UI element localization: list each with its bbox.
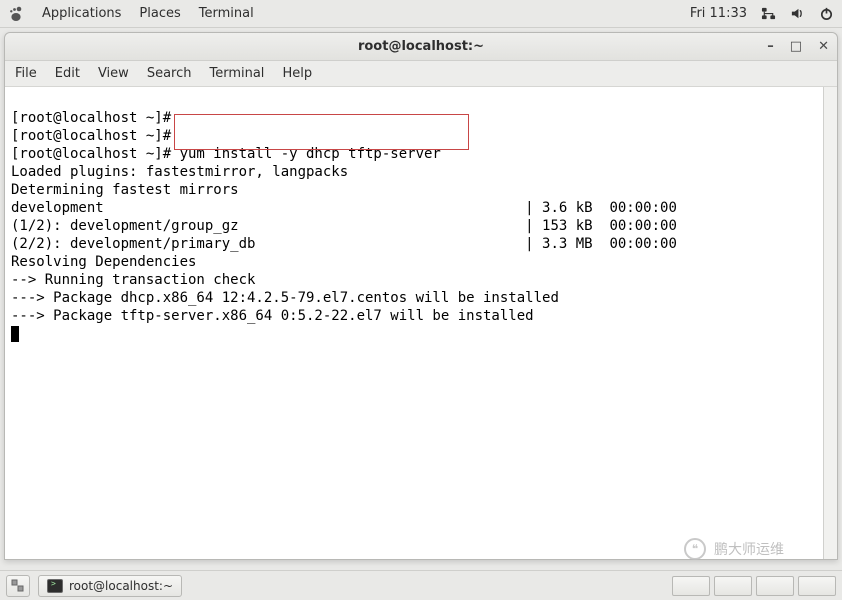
terminal-line: development | 3.6 kB 00:00:00	[11, 200, 677, 216]
applications-menu[interactable]: Applications	[42, 6, 121, 21]
terminal-menu[interactable]: Terminal	[199, 6, 254, 21]
terminal-line: ---> Package tftp-server.x86_64 0:5.2-22…	[11, 308, 534, 324]
volume-icon[interactable]	[790, 6, 805, 21]
workspace-2[interactable]	[714, 576, 752, 596]
terminal-line: [root@localhost ~]#	[11, 110, 171, 126]
terminal-cursor	[11, 326, 19, 342]
network-icon[interactable]	[761, 6, 776, 21]
menubar: File Edit View Search Terminal Help	[5, 61, 837, 87]
terminal-line: Loaded plugins: fastestmirror, langpacks	[11, 164, 348, 180]
menu-view[interactable]: View	[98, 66, 129, 81]
maximize-button[interactable]: □	[790, 39, 802, 54]
workspace-switcher[interactable]	[672, 576, 836, 596]
terminal-line: (2/2): development/primary_db | 3.3 MB 0…	[11, 236, 677, 252]
show-desktop-button[interactable]	[6, 575, 30, 597]
menu-search[interactable]: Search	[147, 66, 192, 81]
terminal-line: ---> Package dhcp.x86_64 12:4.2.5-79.el7…	[11, 290, 559, 306]
terminal-line: [root@localhost ~]# yum install -y dhcp …	[11, 146, 441, 162]
taskbar-entry-terminal[interactable]: root@localhost:~	[38, 575, 182, 597]
power-icon[interactable]	[819, 6, 834, 21]
taskbar: root@localhost:~	[0, 570, 842, 600]
terminal-output[interactable]: [root@localhost ~]# [root@localhost ~]# …	[5, 87, 837, 559]
clock[interactable]: Fri 11:33	[690, 6, 747, 21]
terminal-line: Resolving Dependencies	[11, 254, 196, 270]
terminal-icon	[47, 579, 63, 593]
menu-help[interactable]: Help	[282, 66, 312, 81]
gnome-foot-icon	[8, 6, 24, 22]
terminal-line: (1/2): development/group_gz | 153 kB 00:…	[11, 218, 677, 234]
taskbar-entry-label: root@localhost:~	[69, 579, 173, 593]
workspace-1[interactable]	[672, 576, 710, 596]
scrollbar[interactable]	[823, 87, 837, 559]
window-title: root@localhost:~	[358, 39, 484, 54]
terminal-line: Determining fastest mirrors	[11, 182, 239, 198]
places-menu[interactable]: Places	[139, 6, 180, 21]
top-panel: Applications Places Terminal Fri 11:33	[0, 0, 842, 28]
menu-edit[interactable]: Edit	[55, 66, 80, 81]
terminal-line: [root@localhost ~]#	[11, 128, 171, 144]
menu-file[interactable]: File	[15, 66, 37, 81]
menu-terminal[interactable]: Terminal	[209, 66, 264, 81]
close-button[interactable]: ✕	[818, 39, 829, 54]
workspace-4[interactable]	[798, 576, 836, 596]
terminal-window: root@localhost:~ – □ ✕ File Edit View Se…	[4, 32, 838, 560]
terminal-line: --> Running transaction check	[11, 272, 255, 288]
titlebar[interactable]: root@localhost:~ – □ ✕	[5, 33, 837, 61]
workspace-3[interactable]	[756, 576, 794, 596]
annotation-highlight	[174, 114, 469, 150]
minimize-button[interactable]: –	[767, 39, 774, 54]
